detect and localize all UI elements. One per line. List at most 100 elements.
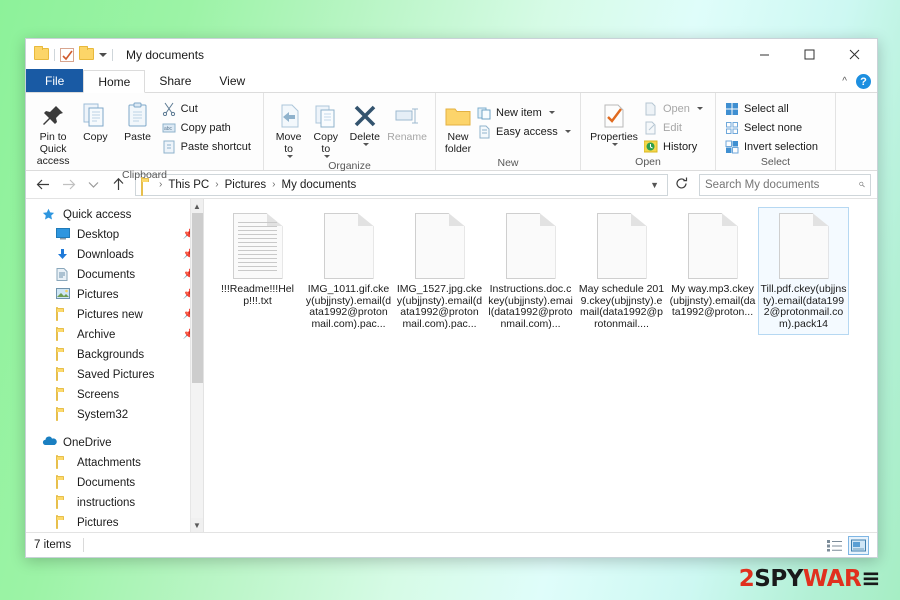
nav-item-onedrive-documents[interactable]: Documents xyxy=(26,473,203,493)
details-view-icon[interactable] xyxy=(824,536,845,555)
cut-button[interactable]: Cut xyxy=(159,99,257,118)
nav-item-onedrive-pictures[interactable]: Pictures xyxy=(26,513,203,532)
breadcrumb-separator: › xyxy=(272,179,276,190)
chevron-down-icon[interactable] xyxy=(323,155,330,158)
maximize-button[interactable] xyxy=(787,39,832,70)
paste-shortcut-icon xyxy=(163,140,175,153)
rename-button[interactable]: Rename xyxy=(385,97,429,145)
chevron-down-icon[interactable] xyxy=(564,130,571,133)
blank-file-icon xyxy=(778,213,829,279)
status-bar: 7 items xyxy=(26,532,877,557)
properties-button[interactable]: Properties xyxy=(587,97,641,148)
file-item[interactable]: IMG_1527.jpg.ckey(ubjjnsty).email(data19… xyxy=(394,207,485,335)
delete-button[interactable]: Delete xyxy=(344,97,385,148)
file-item[interactable]: Instructions.doc.ckey(ubjjnsty).email(da… xyxy=(485,207,576,335)
pin-to-quick-access-button[interactable]: Pin to Quick access xyxy=(32,97,74,169)
chevron-down-icon[interactable]: ▼ xyxy=(191,518,203,532)
chevron-up-icon[interactable]: ▲ xyxy=(191,199,203,213)
properties-checkbox-icon[interactable] xyxy=(60,47,74,62)
close-button[interactable] xyxy=(832,39,877,70)
new-item-icon xyxy=(477,107,491,119)
scrollbar-thumb[interactable] xyxy=(192,213,203,383)
tab-file[interactable]: File xyxy=(26,69,84,92)
nav-item-saved-pictures[interactable]: Saved Pictures xyxy=(26,365,203,385)
nav-item-backgrounds[interactable]: Backgrounds xyxy=(26,345,203,365)
file-item[interactable]: May schedule 2019.ckey(ubjjnsty).email(d… xyxy=(576,207,667,335)
select-none-button[interactable]: Select none xyxy=(722,118,824,137)
nav-item-pictures[interactable]: Pictures 📌 xyxy=(26,285,203,305)
chevron-down-icon[interactable] xyxy=(99,52,107,57)
edit-icon xyxy=(645,121,656,134)
search-input[interactable] xyxy=(705,178,859,191)
easy-access-button[interactable]: Easy access xyxy=(474,122,577,141)
new-item-button[interactable]: New item xyxy=(474,103,577,122)
tab-view[interactable]: View xyxy=(205,69,259,92)
ribbon-tab-right-controls: ^ ? xyxy=(842,74,871,89)
copy-to-button[interactable]: Copy to xyxy=(307,97,344,160)
paste-shortcut-button[interactable]: Paste shortcut xyxy=(159,137,257,156)
nav-item-instructions[interactable]: instructions xyxy=(26,493,203,513)
nav-item-attachments[interactable]: Attachments xyxy=(26,453,203,473)
new-folder-button[interactable]: New folder xyxy=(442,97,474,157)
chevron-down-icon[interactable] xyxy=(362,143,369,146)
tab-home[interactable]: Home xyxy=(83,70,146,93)
nav-item-system32[interactable]: System32 xyxy=(26,405,203,425)
nav-item-pictures-new[interactable]: Pictures new 📌 xyxy=(26,305,203,325)
properties-label: Properties xyxy=(590,131,638,143)
navigation-scrollbar[interactable]: ▲ ▼ xyxy=(190,199,203,532)
invert-selection-button[interactable]: Invert selection xyxy=(722,137,824,156)
nav-item-archive[interactable]: Archive 📌 xyxy=(26,325,203,345)
refresh-icon[interactable] xyxy=(671,177,692,193)
chevron-down-icon[interactable] xyxy=(548,111,555,114)
nav-item-downloads[interactable]: Downloads 📌 xyxy=(26,245,203,265)
edit-button[interactable]: Edit xyxy=(641,118,709,137)
open-small-buttons: Open Edit History xyxy=(641,97,709,156)
scissors-icon xyxy=(162,102,175,116)
large-icons-view-icon[interactable] xyxy=(848,535,869,555)
nav-item-screens[interactable]: Screens xyxy=(26,385,203,405)
nav-item-onedrive[interactable]: OneDrive xyxy=(26,433,203,453)
chevron-down-icon[interactable] xyxy=(286,155,293,158)
paste-button[interactable]: Paste xyxy=(116,97,158,145)
copy-button[interactable]: Copy xyxy=(74,97,116,145)
ribbon-group-label-organize: Organize xyxy=(328,160,371,172)
search-box[interactable] xyxy=(699,173,871,196)
open-button[interactable]: Open xyxy=(641,99,709,118)
move-to-button[interactable]: Move to xyxy=(270,97,307,160)
breadcrumb-my-documents[interactable]: My documents xyxy=(278,179,359,191)
folder-icon xyxy=(56,475,71,490)
file-item[interactable]: !!!Readme!!!Help!!!.txt xyxy=(212,207,303,335)
history-button[interactable]: History xyxy=(641,137,709,156)
chevron-down-icon[interactable] xyxy=(612,143,618,146)
ribbon-group-organize: Move to Copy to Delete Rename Organize xyxy=(264,93,436,172)
watermark-part-4: ≡ xyxy=(861,566,880,592)
minimize-button[interactable] xyxy=(742,39,787,70)
window-title: My documents xyxy=(126,47,205,62)
tab-share[interactable]: Share xyxy=(145,69,205,92)
folder-icon xyxy=(56,407,71,422)
nav-item-documents[interactable]: Documents 📌 xyxy=(26,265,203,285)
help-icon[interactable]: ? xyxy=(856,74,871,89)
ribbon-tabs: File Home Share View ^ ? xyxy=(26,69,877,93)
file-item[interactable]: IMG_1011.gif.ckey(ubjjnsty).email(data19… xyxy=(303,207,394,335)
nav-item-label: Quick access xyxy=(63,209,132,221)
new-folder-icon[interactable] xyxy=(79,46,94,61)
nav-item-label: Archive xyxy=(77,329,116,341)
delete-label: Delete xyxy=(349,131,381,143)
file-list-pane[interactable]: !!!Readme!!!Help!!!.txt IMG_1011.gif.cke… xyxy=(204,199,877,532)
file-item-selected[interactable]: Till.pdf.ckey(ubjjnsty).email(data1992@p… xyxy=(758,207,849,335)
select-all-button[interactable]: Select all xyxy=(722,99,824,118)
watermark-part-1: 2 xyxy=(738,566,755,592)
nav-item-desktop[interactable]: Desktop 📌 xyxy=(26,225,203,245)
pin-icon xyxy=(40,99,66,129)
file-item[interactable]: My way.mp3.ckey(ubjjnsty).email(data1992… xyxy=(667,207,758,335)
collapse-ribbon-icon[interactable]: ^ xyxy=(842,76,847,87)
copy-to-label: Copy to xyxy=(313,131,339,155)
nav-item-quick-access[interactable]: Quick access xyxy=(26,205,203,225)
cut-label: Cut xyxy=(180,102,198,115)
copy-path-button[interactable]: abc Copy path xyxy=(159,118,257,137)
text-file-icon xyxy=(232,213,283,279)
folder-icon[interactable] xyxy=(34,46,49,61)
chevron-down-icon[interactable]: ▼ xyxy=(645,180,664,190)
chevron-down-icon[interactable] xyxy=(696,107,703,110)
